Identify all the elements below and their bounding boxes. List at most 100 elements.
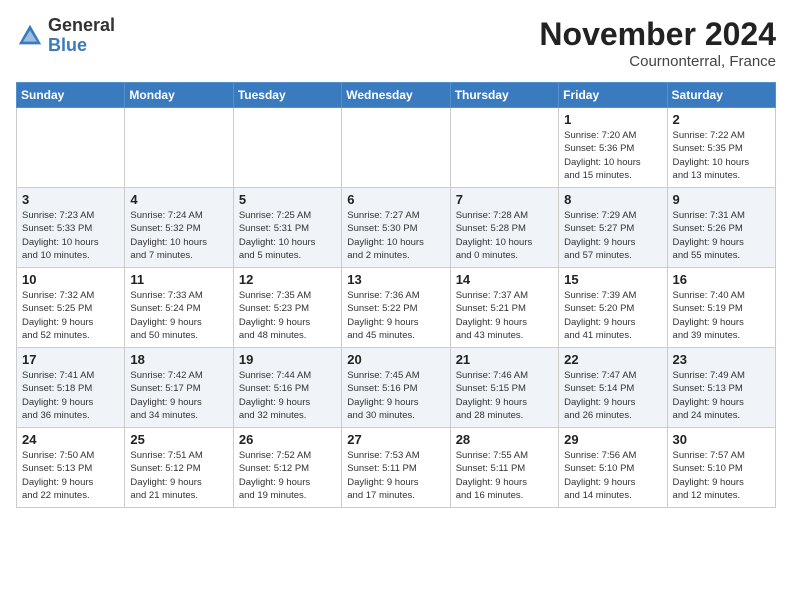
- calendar-cell: [125, 108, 233, 188]
- day-info: Sunrise: 7:27 AM Sunset: 5:30 PM Dayligh…: [347, 209, 444, 262]
- day-number: 15: [564, 272, 661, 287]
- calendar-cell: 29 Sunrise: 7:56 AM Sunset: 5:10 PM Dayli…: [559, 428, 667, 508]
- calendar-cell: 6Sunrise: 7:27 AM Sunset: 5:30 PM Daylig…: [342, 188, 450, 268]
- calendar-week-row: 1 Sunrise: 7:20 AM Sunset: 5:36 PM Daylig…: [17, 108, 776, 188]
- day-info: Sunrise: 7:47 AM Sunset: 5:14 PM Dayligh…: [564, 369, 661, 422]
- calendar-cell: 15Sunrise: 7:39 AM Sunset: 5:20 PM Dayli…: [559, 268, 667, 348]
- day-number: 30: [673, 432, 770, 447]
- day-number: 7: [456, 192, 553, 207]
- calendar-cell: [342, 108, 450, 188]
- day-number: 1: [564, 112, 661, 127]
- calendar-week-row: 17Sunrise: 7:41 AM Sunset: 5:18 PM Dayli…: [17, 348, 776, 428]
- calendar-week-row: 24Sunrise: 7:50 AM Sunset: 5:13 PM Dayli…: [17, 428, 776, 508]
- calendar-cell: 2 Sunrise: 7:22 AM Sunset: 5:35 PM Daylig…: [667, 108, 775, 188]
- calendar-week-row: 3 Sunrise: 7:23 AM Sunset: 5:33 PM Daylig…: [17, 188, 776, 268]
- day-number: 18: [130, 352, 227, 367]
- calendar-table: SundayMondayTuesdayWednesdayThursdayFrid…: [16, 82, 776, 508]
- day-number: 25: [130, 432, 227, 447]
- day-info: Sunrise: 7:51 AM Sunset: 5:12 PM Dayligh…: [130, 449, 227, 502]
- day-number: 26: [239, 432, 336, 447]
- calendar-cell: [450, 108, 558, 188]
- weekday-header: Friday: [559, 83, 667, 108]
- day-number: 12: [239, 272, 336, 287]
- calendar-cell: 4 Sunrise: 7:24 AM Sunset: 5:32 PM Daylig…: [125, 188, 233, 268]
- calendar-cell: 26 Sunrise: 7:52 AM Sunset: 5:12 PM Dayli…: [233, 428, 341, 508]
- weekday-header: Monday: [125, 83, 233, 108]
- day-number: 4: [130, 192, 227, 207]
- calendar-cell: 3 Sunrise: 7:23 AM Sunset: 5:33 PM Daylig…: [17, 188, 125, 268]
- day-info: Sunrise: 7:50 AM Sunset: 5:13 PM Dayligh…: [22, 449, 119, 502]
- calendar-cell: 7 Sunrise: 7:28 AM Sunset: 5:28 PM Daylig…: [450, 188, 558, 268]
- calendar-cell: 14 Sunrise: 7:37 AM Sunset: 5:21 PM Dayli…: [450, 268, 558, 348]
- calendar-cell: 9 Sunrise: 7:31 AM Sunset: 5:26 PM Daylig…: [667, 188, 775, 268]
- day-number: 2: [673, 112, 770, 127]
- day-info: Sunrise: 7:36 AM Sunset: 5:22 PM Dayligh…: [347, 289, 444, 342]
- calendar-cell: 27 Sunrise: 7:53 AM Sunset: 5:11 PM Dayli…: [342, 428, 450, 508]
- day-number: 13: [347, 272, 444, 287]
- weekday-header: Saturday: [667, 83, 775, 108]
- calendar-cell: 22 Sunrise: 7:47 AM Sunset: 5:14 PM Dayli…: [559, 348, 667, 428]
- day-number: 22: [564, 352, 661, 367]
- day-number: 27: [347, 432, 444, 447]
- day-info: Sunrise: 7:57 AM Sunset: 5:10 PM Dayligh…: [673, 449, 770, 502]
- day-number: 21: [456, 352, 553, 367]
- calendar-cell: 30 Sunrise: 7:57 AM Sunset: 5:10 PM Dayli…: [667, 428, 775, 508]
- day-info: Sunrise: 7:53 AM Sunset: 5:11 PM Dayligh…: [347, 449, 444, 502]
- day-number: 3: [22, 192, 119, 207]
- day-number: 23: [673, 352, 770, 367]
- calendar-cell: 8Sunrise: 7:29 AM Sunset: 5:27 PM Daylig…: [559, 188, 667, 268]
- calendar-cell: 25 Sunrise: 7:51 AM Sunset: 5:12 PM Dayli…: [125, 428, 233, 508]
- calendar-cell: 1 Sunrise: 7:20 AM Sunset: 5:36 PM Daylig…: [559, 108, 667, 188]
- calendar-cell: [233, 108, 341, 188]
- day-number: 29: [564, 432, 661, 447]
- day-info: Sunrise: 7:22 AM Sunset: 5:35 PM Dayligh…: [673, 129, 770, 182]
- weekday-header: Sunday: [17, 83, 125, 108]
- logo-icon: [16, 22, 44, 50]
- calendar-cell: 18 Sunrise: 7:42 AM Sunset: 5:17 PM Dayli…: [125, 348, 233, 428]
- calendar-cell: 28 Sunrise: 7:55 AM Sunset: 5:11 PM Dayli…: [450, 428, 558, 508]
- weekday-header: Thursday: [450, 83, 558, 108]
- weekday-header-row: SundayMondayTuesdayWednesdayThursdayFrid…: [17, 83, 776, 108]
- logo-general-text: General: [48, 16, 115, 36]
- day-number: 10: [22, 272, 119, 287]
- calendar-cell: 12 Sunrise: 7:35 AM Sunset: 5:23 PM Dayli…: [233, 268, 341, 348]
- day-number: 5: [239, 192, 336, 207]
- calendar-cell: 21 Sunrise: 7:46 AM Sunset: 5:15 PM Dayli…: [450, 348, 558, 428]
- day-info: Sunrise: 7:31 AM Sunset: 5:26 PM Dayligh…: [673, 209, 770, 262]
- day-info: Sunrise: 7:44 AM Sunset: 5:16 PM Dayligh…: [239, 369, 336, 422]
- day-info: Sunrise: 7:52 AM Sunset: 5:12 PM Dayligh…: [239, 449, 336, 502]
- day-number: 16: [673, 272, 770, 287]
- calendar-cell: 23 Sunrise: 7:49 AM Sunset: 5:13 PM Dayli…: [667, 348, 775, 428]
- page-header: General Blue November 2024 Cournonterral…: [16, 16, 776, 70]
- day-info: Sunrise: 7:23 AM Sunset: 5:33 PM Dayligh…: [22, 209, 119, 262]
- calendar-cell: 13 Sunrise: 7:36 AM Sunset: 5:22 PM Dayli…: [342, 268, 450, 348]
- day-number: 8: [564, 192, 661, 207]
- day-number: 17: [22, 352, 119, 367]
- calendar-cell: 24Sunrise: 7:50 AM Sunset: 5:13 PM Dayli…: [17, 428, 125, 508]
- calendar-cell: 19 Sunrise: 7:44 AM Sunset: 5:16 PM Dayli…: [233, 348, 341, 428]
- day-info: Sunrise: 7:49 AM Sunset: 5:13 PM Dayligh…: [673, 369, 770, 422]
- month-title: November 2024: [539, 16, 776, 53]
- calendar-cell: 16Sunrise: 7:40 AM Sunset: 5:19 PM Dayli…: [667, 268, 775, 348]
- day-info: Sunrise: 7:35 AM Sunset: 5:23 PM Dayligh…: [239, 289, 336, 342]
- day-number: 11: [130, 272, 227, 287]
- title-area: November 2024 Cournonterral, France: [539, 16, 776, 70]
- day-number: 14: [456, 272, 553, 287]
- day-info: Sunrise: 7:46 AM Sunset: 5:15 PM Dayligh…: [456, 369, 553, 422]
- day-info: Sunrise: 7:45 AM Sunset: 5:16 PM Dayligh…: [347, 369, 444, 422]
- calendar-cell: 20 Sunrise: 7:45 AM Sunset: 5:16 PM Dayli…: [342, 348, 450, 428]
- calendar-cell: [17, 108, 125, 188]
- day-info: Sunrise: 7:42 AM Sunset: 5:17 PM Dayligh…: [130, 369, 227, 422]
- day-number: 20: [347, 352, 444, 367]
- day-info: Sunrise: 7:28 AM Sunset: 5:28 PM Dayligh…: [456, 209, 553, 262]
- day-info: Sunrise: 7:32 AM Sunset: 5:25 PM Dayligh…: [22, 289, 119, 342]
- day-number: 9: [673, 192, 770, 207]
- day-info: Sunrise: 7:24 AM Sunset: 5:32 PM Dayligh…: [130, 209, 227, 262]
- day-number: 28: [456, 432, 553, 447]
- logo: General Blue: [16, 16, 115, 56]
- day-number: 19: [239, 352, 336, 367]
- day-info: Sunrise: 7:37 AM Sunset: 5:21 PM Dayligh…: [456, 289, 553, 342]
- day-info: Sunrise: 7:55 AM Sunset: 5:11 PM Dayligh…: [456, 449, 553, 502]
- day-info: Sunrise: 7:20 AM Sunset: 5:36 PM Dayligh…: [564, 129, 661, 182]
- day-info: Sunrise: 7:56 AM Sunset: 5:10 PM Dayligh…: [564, 449, 661, 502]
